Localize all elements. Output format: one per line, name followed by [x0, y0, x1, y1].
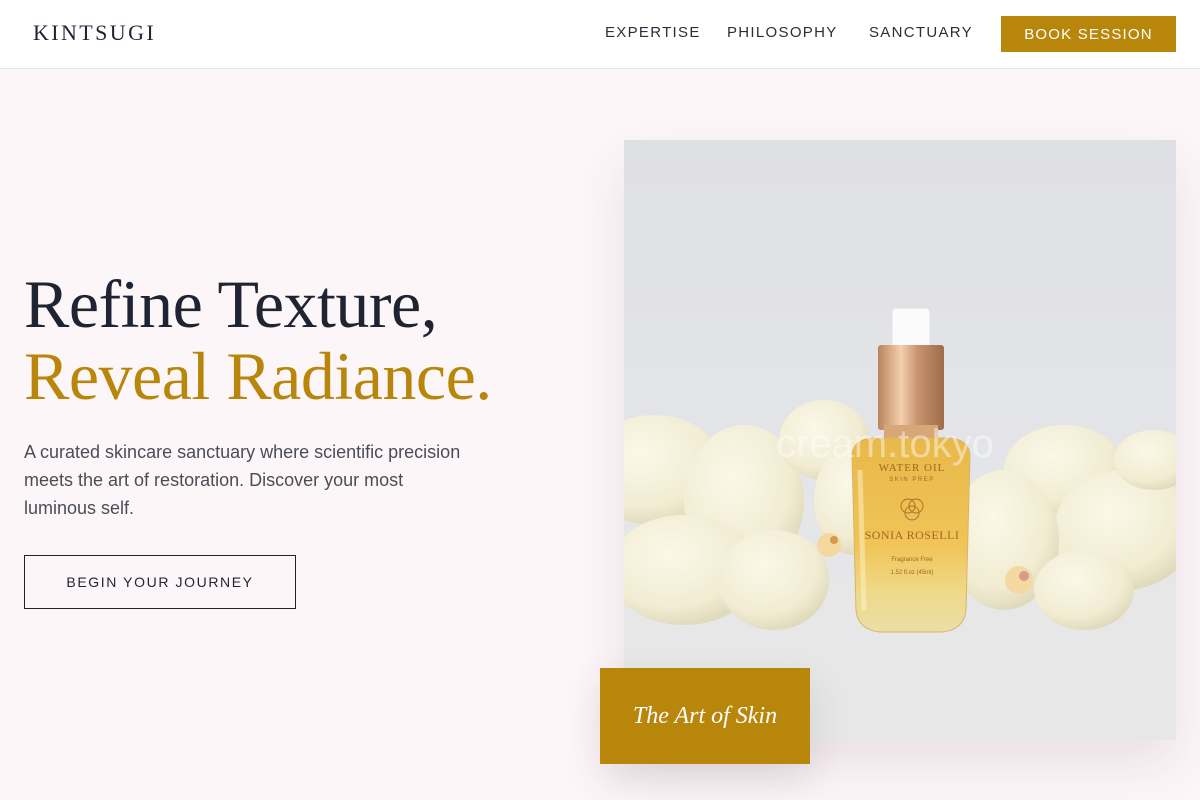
product-image: cream.tokyo WATER OIL SKIN PREP SONIA RO… [624, 140, 1176, 740]
bottle-label-subtitle: SKIN PREP [889, 477, 935, 483]
bottle-scent: Fragrance Free [891, 557, 933, 563]
hero-headline: Refine Texture, Reveal Radiance. [24, 268, 492, 412]
product-label-overlay: cream.tokyo WATER OIL SKIN PREP SONIA RO… [624, 140, 1176, 740]
hero-description: A curated skincare sanctuary where scien… [24, 442, 461, 518]
nav-link-philosophy[interactable]: PHILOSOPHY [727, 24, 838, 41]
bottle-brand-name: SONIA ROSELLI [864, 528, 960, 542]
nav-link-expertise[interactable]: EXPERTISE [605, 24, 701, 41]
image-caption: The Art of Skin [632, 702, 778, 729]
headline-line-2: Reveal Radiance. [24, 338, 492, 414]
book-session-button[interactable]: BOOK SESSION [1001, 16, 1176, 52]
image-caption-box: The Art of Skin [600, 668, 810, 764]
brand-emblem-icon [900, 498, 924, 521]
bottle-volume: 1.52 fl.oz (45ml) [890, 570, 934, 576]
brand-logo[interactable]: KINTSUGI [33, 20, 156, 46]
image-watermark: cream.tokyo [776, 422, 994, 466]
headline-line-1: Refine Texture, [24, 266, 438, 342]
begin-journey-button[interactable]: BEGIN YOUR JOURNEY [24, 555, 296, 609]
nav-link-sanctuary[interactable]: SANCTUARY [869, 24, 973, 41]
bottle-label-title: WATER OIL [878, 462, 946, 474]
site-header: KINTSUGI EXPERTISE PHILOSOPHY SANCTUARY … [0, 0, 1200, 69]
